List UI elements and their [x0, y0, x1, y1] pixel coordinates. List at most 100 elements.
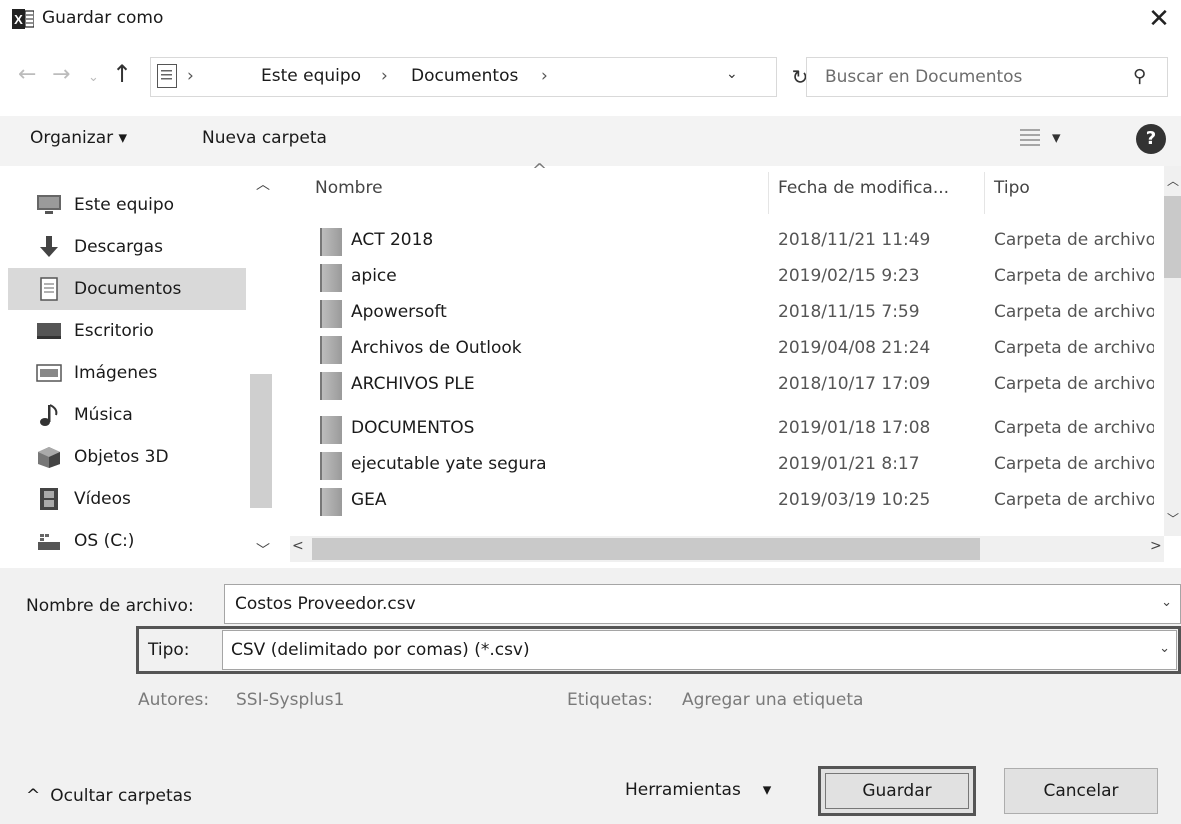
sidebar-item-documentos[interactable]: Documentos: [8, 268, 246, 310]
chevron-down-icon[interactable]: ⌄: [1161, 595, 1172, 610]
sidebar-item-os-c[interactable]: OS (C:): [8, 520, 246, 562]
up-button[interactable]: ↑: [112, 60, 132, 88]
breadcrumb-separator[interactable]: ›: [541, 66, 548, 86]
type-select[interactable]: CSV (delimitado por comas) (*.csv) ⌄: [222, 630, 1177, 670]
sidebar-scroll-thumb[interactable]: [250, 374, 272, 508]
sidebar-item-musica[interactable]: Música: [8, 394, 246, 436]
sidebar-item-videos[interactable]: Vídeos: [8, 478, 246, 520]
file-name: apice: [351, 266, 397, 286]
file-name: ejecutable yate segura: [351, 454, 547, 474]
file-type: Carpeta de archivos: [994, 266, 1154, 286]
music-icon: [36, 403, 62, 427]
column-header-type[interactable]: Tipo: [994, 178, 1030, 198]
save-label: Guardar: [862, 781, 932, 801]
close-icon: ✕: [1148, 4, 1170, 34]
file-date: 2018/11/21 11:49: [778, 230, 931, 250]
file-name: DOCUMENTOS: [351, 418, 475, 438]
file-row[interactable]: ACT 2018 2018/11/21 11:49 Carpeta de arc…: [300, 224, 1166, 260]
save-button[interactable]: Guardar: [818, 766, 976, 816]
sidebar-item-descargas[interactable]: Descargas: [8, 226, 246, 268]
file-type: Carpeta de archivos: [994, 338, 1154, 358]
tags-label: Etiquetas:: [567, 690, 653, 710]
filename-value[interactable]: Costos Proveedor.csv: [235, 594, 416, 614]
sidebar-item-label: Este equipo: [74, 195, 175, 215]
breadcrumb-documentos[interactable]: Documentos: [411, 66, 518, 86]
filename-field[interactable]: Costos Proveedor.csv ⌄: [224, 584, 1181, 624]
close-button[interactable]: ✕: [1140, 2, 1178, 36]
computer-icon: [36, 193, 62, 217]
breadcrumb-este-equipo[interactable]: Este equipo: [261, 66, 361, 86]
chevron-down-icon: ⌄: [88, 70, 99, 85]
cancel-button[interactable]: Cancelar: [1004, 768, 1158, 814]
recent-locations-button[interactable]: ⌄: [88, 70, 99, 85]
cancel-label: Cancelar: [1043, 781, 1119, 801]
chevron-down-icon[interactable]: ⌄: [1159, 641, 1170, 656]
file-row[interactable]: Apowersoft 2018/11/15 7:59 Carpeta de ar…: [300, 296, 1166, 332]
document-icon: [157, 64, 177, 88]
file-row[interactable]: DOCUMENTOS 2019/01/18 17:08 Carpeta de a…: [300, 412, 1166, 448]
file-row[interactable]: apice 2019/02/15 9:23 Carpeta de archivo…: [300, 260, 1166, 296]
sidebar-item-label: Objetos 3D: [74, 447, 169, 467]
file-row[interactable]: ejecutable yate segura 2019/01/21 8:17 C…: [300, 448, 1166, 484]
chevron-down-icon[interactable]: ⌄: [726, 66, 738, 82]
command-toolbar: Organizar ▾ Nueva carpeta ▾ ?: [0, 116, 1181, 166]
title-bar: [0, 0, 1181, 40]
chevron-up-icon: ^: [26, 786, 41, 806]
hide-folders-label: Ocultar carpetas: [50, 786, 192, 806]
address-bar[interactable]: › Este equipo › Documentos › ⌄: [150, 57, 777, 97]
excel-app-icon: X: [12, 8, 35, 30]
search-input[interactable]: Buscar en Documentos ⚲: [806, 57, 1168, 97]
file-date: 2018/11/15 7:59: [778, 302, 920, 322]
type-label: Tipo:: [148, 640, 190, 660]
sidebar-item-objetos-3d[interactable]: Objetos 3D: [8, 436, 246, 478]
chevron-right-icon[interactable]: >: [1150, 538, 1162, 554]
help-button[interactable]: ?: [1136, 124, 1166, 154]
hide-folders-button[interactable]: ^ Ocultar carpetas: [26, 786, 192, 806]
arrow-left-icon: ←: [18, 62, 37, 87]
new-folder-button[interactable]: Nueva carpeta: [202, 128, 327, 148]
chevron-down-icon[interactable]: ﹀: [256, 540, 270, 560]
sidebar-item-label: Imágenes: [74, 363, 158, 383]
organize-button[interactable]: Organizar ▾: [30, 128, 127, 148]
column-header-date[interactable]: Fecha de modifica...: [778, 178, 949, 198]
tools-button[interactable]: Herramientas ▾: [625, 780, 771, 800]
column-header-name[interactable]: Nombre: [315, 178, 383, 198]
authors-label: Autores:: [138, 690, 210, 710]
file-date: 2019/01/21 8:17: [778, 454, 920, 474]
arrow-up-icon: ↑: [112, 60, 133, 88]
chevron-up-icon[interactable]: ︿: [1167, 172, 1179, 189]
chevron-left-icon[interactable]: <: [292, 538, 304, 554]
file-name: ACT 2018: [351, 230, 434, 250]
file-row[interactable]: ARCHIVOS PLE 2018/10/17 17:09 Carpeta de…: [300, 368, 1166, 404]
chevron-down-icon[interactable]: ﹀: [1167, 510, 1179, 527]
excel-app-letter: X: [14, 12, 23, 27]
file-row[interactable]: GEA 2019/03/19 10:25 Carpeta de archivos: [300, 484, 1166, 520]
search-icon[interactable]: ⚲: [1133, 66, 1146, 87]
back-button[interactable]: ←: [18, 62, 36, 87]
sort-ascending-icon: ^: [532, 160, 548, 181]
file-list-vertical-thumb[interactable]: [1164, 196, 1181, 278]
authors-value[interactable]: SSI-Sysplus1: [236, 690, 344, 710]
file-type: Carpeta de archivos: [994, 230, 1154, 250]
column-divider[interactable]: [768, 172, 769, 214]
file-name: Archivos de Outlook: [351, 338, 522, 358]
chevron-up-icon[interactable]: ︿: [256, 174, 270, 194]
sidebar-item-este-equipo[interactable]: Este equipo: [8, 184, 246, 226]
file-date: 2018/10/17 17:09: [778, 374, 931, 394]
file-row[interactable]: Archivos de Outlook 2019/04/08 21:24 Car…: [300, 332, 1166, 368]
file-list-horizontal-thumb[interactable]: [312, 538, 980, 560]
file-name: GEA: [351, 490, 387, 510]
file-type: Carpeta de archivos: [994, 418, 1154, 438]
navigation-pane: Este equipo Descargas Documentos Escrito…: [0, 166, 276, 562]
sidebar-item-imagenes[interactable]: Imágenes: [8, 352, 246, 394]
tags-value[interactable]: Agregar una etiqueta: [682, 690, 863, 710]
sidebar-item-escritorio[interactable]: Escritorio: [8, 310, 246, 352]
column-divider[interactable]: [984, 172, 985, 214]
forward-button[interactable]: →: [52, 62, 70, 87]
folder-icon: [320, 416, 342, 444]
download-icon: [36, 235, 62, 259]
file-date: 2019/01/18 17:08: [778, 418, 931, 438]
chevron-down-icon: ▾: [762, 780, 772, 800]
file-type: Carpeta de archivos: [994, 454, 1154, 474]
view-options-button[interactable]: ▾: [1020, 128, 1061, 148]
